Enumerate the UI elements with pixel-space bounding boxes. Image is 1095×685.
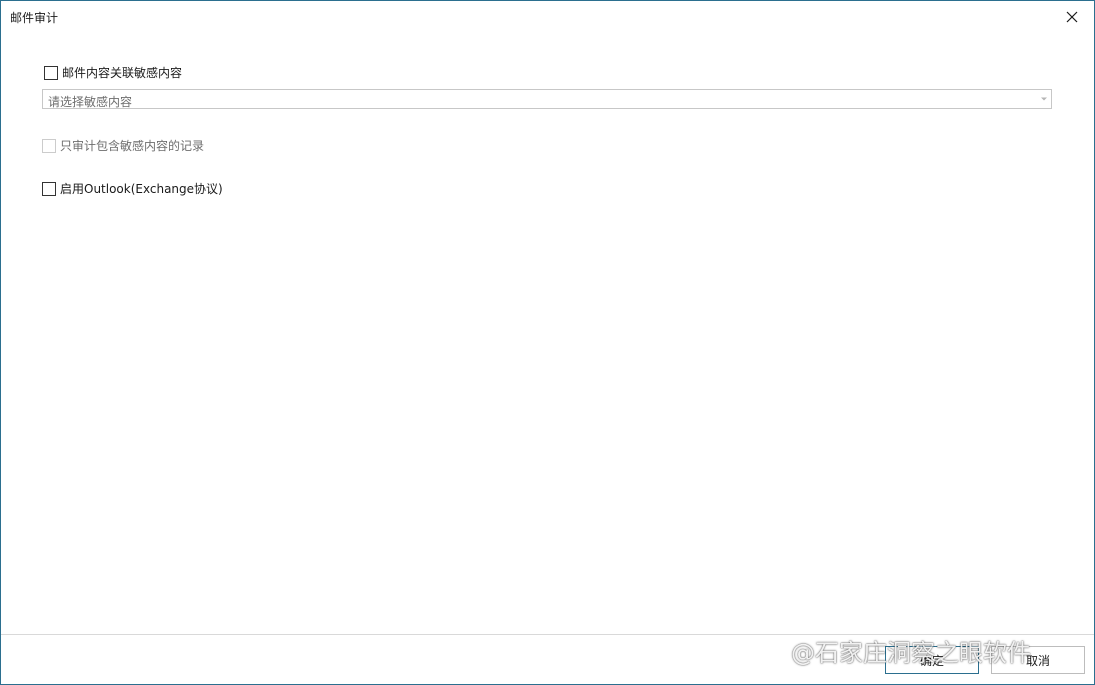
close-icon — [1066, 11, 1078, 23]
ok-button[interactable]: 确定 — [885, 646, 979, 674]
enable-outlook-label: 启用Outlook(Exchange协议) — [60, 182, 223, 196]
enable-outlook-option[interactable]: 启用Outlook(Exchange协议) — [42, 180, 223, 197]
sensitive-content-placeholder: 请选择敏感内容 — [48, 95, 133, 109]
mail-content-sensitive-option[interactable]: 邮件内容关联敏感内容 — [44, 64, 182, 81]
footer-divider — [1, 634, 1094, 635]
dialog-title: 邮件审计 — [10, 11, 59, 25]
enable-outlook-checkbox[interactable] — [42, 181, 56, 196]
mail-content-sensitive-checkbox[interactable] — [44, 65, 58, 80]
only-sensitive-records-option: 只审计包含敏感内容的记录 — [42, 137, 204, 154]
mail-audit-dialog: 邮件审计 邮件内容关联敏感内容 请选择敏感内容 只审计包含敏感内容的记录 启用O… — [0, 0, 1095, 685]
close-button[interactable] — [1058, 5, 1086, 29]
mail-content-sensitive-label: 邮件内容关联敏感内容 — [62, 66, 183, 80]
only-sensitive-records-label: 只审计包含敏感内容的记录 — [60, 139, 205, 153]
only-sensitive-records-checkbox — [42, 138, 56, 153]
weibo-logo-icon — [764, 640, 785, 661]
sensitive-content-select[interactable]: 请选择敏感内容 — [42, 89, 1052, 109]
title-bar: 邮件审计 — [1, 1, 1094, 33]
cancel-button[interactable]: 取消 — [991, 646, 1085, 674]
chevron-down-icon — [1041, 97, 1047, 101]
